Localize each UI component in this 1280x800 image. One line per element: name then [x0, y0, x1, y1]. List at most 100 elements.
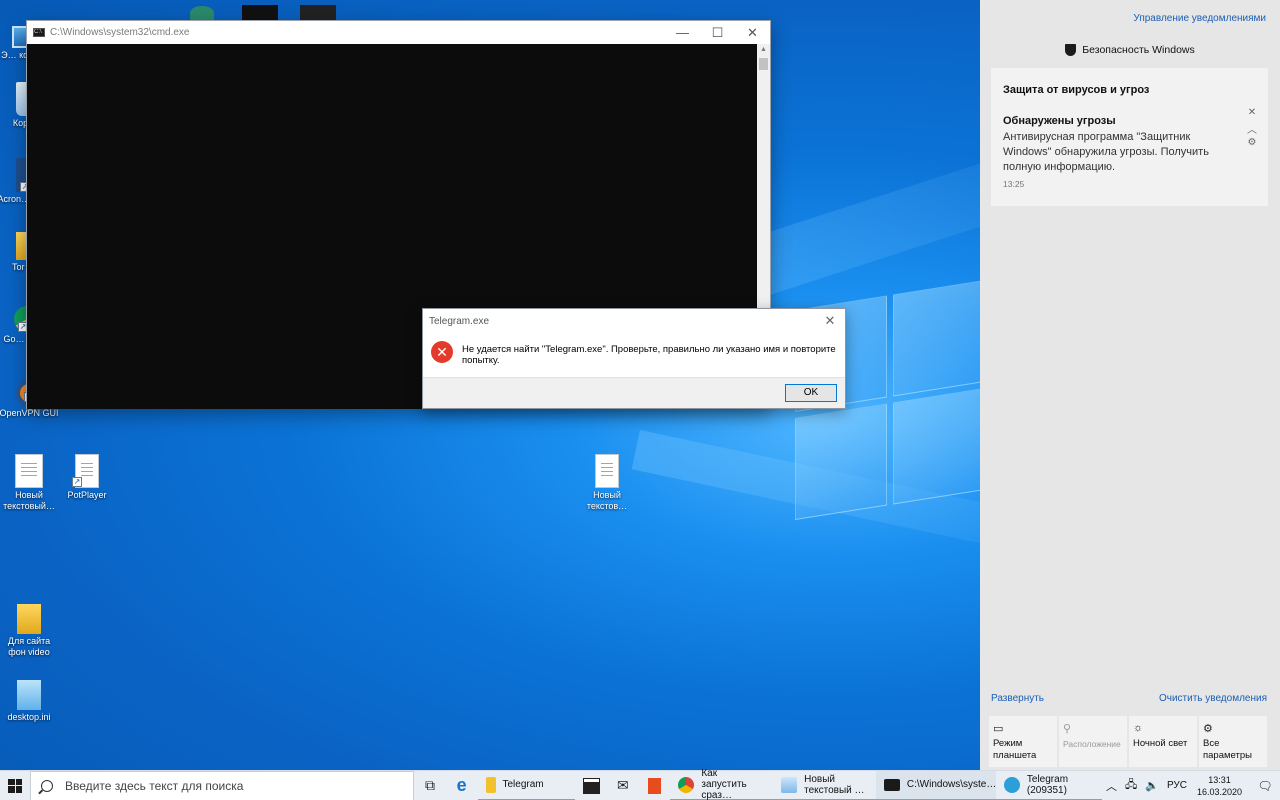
- scrollbar-thumb[interactable]: [759, 58, 768, 70]
- desktop-icon-label: desktop.ini: [7, 712, 51, 722]
- taskbar-app-telegram[interactable]: Telegram (209351): [995, 771, 1102, 800]
- search-placeholder: Введите здесь текст для поиска: [65, 778, 244, 793]
- maximize-icon: ☐: [711, 24, 724, 40]
- scroll-up-icon[interactable]: ▲: [757, 44, 770, 56]
- partial-desktop-icon[interactable]: [242, 5, 278, 20]
- start-button[interactable]: [0, 771, 30, 800]
- quick-action-all-settings[interactable]: ⚙ Все параметры: [1199, 716, 1267, 767]
- manage-notifications-link[interactable]: Управление уведомлениями: [1133, 13, 1266, 24]
- notification-time: 13:25: [1003, 179, 1025, 189]
- desktop-icon-label: Для сайта фон video: [7, 636, 51, 657]
- expand-link[interactable]: Развернуть: [991, 693, 1044, 704]
- close-icon: ✕: [824, 313, 836, 328]
- office-icon[interactable]: [639, 771, 671, 800]
- clock-date: 16.03.2020: [1196, 786, 1243, 797]
- notification-heading: Защита от вирусов и угроз: [1003, 84, 1150, 96]
- cmd-title: C:\Windows\system32\cmd.exe: [50, 27, 190, 38]
- taskbar-app-cmd[interactable]: C:\Windows\syste…: [875, 770, 997, 800]
- desktop-icon-new-text-file[interactable]: Новый текстовый…: [0, 454, 60, 512]
- windows-icon: [8, 778, 23, 793]
- taskbar-app-notepad[interactable]: Новый текстовый …: [773, 771, 876, 800]
- folder-icon: [485, 776, 496, 793]
- error-icon: ✕: [431, 341, 453, 363]
- quick-action-label: Режим планшета: [993, 738, 1037, 761]
- desktop: Э… компь… Корз… ↗ Acron… Ima… Tor B… ↗ G…: [0, 0, 980, 770]
- cmd-icon: C:\: [33, 28, 45, 37]
- notification-collapse-icon[interactable]: ︿: [1246, 121, 1258, 136]
- taskbar-app-label: Telegram (209351): [1026, 773, 1069, 796]
- cmd-titlebar[interactable]: C:\ C:\Windows\system32\cmd.exe — ☐ ✕: [27, 21, 770, 44]
- desktop-icon-label: OpenVPN GUI: [0, 408, 59, 418]
- cmd-icon: [883, 778, 900, 791]
- store-icon[interactable]: [575, 771, 607, 800]
- ok-button[interactable]: OK: [785, 384, 837, 402]
- dialog-footer: OK: [423, 377, 845, 408]
- language-indicator[interactable]: РУС: [1163, 780, 1191, 791]
- folder-icon: [17, 604, 41, 634]
- clock[interactable]: 13:31 16.03.2020: [1191, 774, 1250, 798]
- dialog-close-button[interactable]: ✕: [815, 313, 845, 329]
- notification-app-name: Безопасность Windows: [1082, 44, 1195, 56]
- search-icon: [41, 779, 54, 792]
- clear-notifications-link[interactable]: Очистить уведомления: [1159, 693, 1267, 704]
- quick-action-tablet-mode[interactable]: ▭ Режим планшета: [989, 716, 1057, 767]
- taskbar: Введите здесь текст для поиска ⧉ e Teleg…: [0, 768, 1280, 800]
- notification-title: Обнаружены угрозы: [1003, 115, 1116, 127]
- telegram-icon: [1003, 776, 1020, 793]
- location-icon: ⚲: [1063, 723, 1072, 735]
- desktop-icon-site-folder[interactable]: Для сайта фон video: [0, 604, 60, 658]
- quick-action-label: Ночной свет: [1133, 738, 1188, 749]
- notification-close-icon[interactable]: ✕: [1246, 107, 1258, 118]
- desktop-icon-new-text-file-2[interactable]: Новый текстов…: [576, 454, 638, 512]
- edge-icon[interactable]: e: [446, 771, 478, 800]
- quick-action-label: Все параметры: [1203, 738, 1252, 761]
- quick-action-label: Расположение: [1063, 739, 1121, 749]
- action-center: Управление уведомлениями Безопасность Wi…: [980, 0, 1280, 770]
- partial-desktop-icon[interactable]: [300, 5, 336, 20]
- quick-actions: ▭ Режим планшета ⚲ Расположение ☼ Ночной…: [989, 716, 1267, 767]
- quick-action-location[interactable]: ⚲ Расположение: [1059, 716, 1127, 767]
- system-tray: ︿ 🖧 🔈 РУС 13:31 16.03.2020 🗨: [1102, 771, 1280, 800]
- gear-icon: ⚙: [1203, 723, 1213, 735]
- taskbar-app-label: Telegram: [502, 779, 544, 790]
- mail-icon[interactable]: ✉: [607, 771, 639, 800]
- maximize-button[interactable]: ☐: [700, 21, 735, 44]
- night-light-icon: ☼: [1133, 722, 1144, 734]
- notepad-icon: [781, 776, 798, 793]
- dialog-message: Не удается найти "Telegram.exe". Проверь…: [462, 344, 836, 366]
- desktop-icon-potplayer[interactable]: ↗ PotPlayer: [56, 454, 118, 501]
- text-document-icon: [595, 454, 619, 488]
- dialog-titlebar[interactable]: Telegram.exe ✕: [423, 309, 845, 333]
- desktop-icon-label: PotPlayer: [67, 490, 107, 500]
- minimize-icon: —: [676, 25, 689, 40]
- clock-time: 13:31: [1208, 774, 1231, 785]
- notification-app-header: Безопасность Windows: [980, 44, 1280, 56]
- dialog-title: Telegram.exe: [429, 315, 490, 327]
- desktop-icon-label: Новый текстовый…: [3, 490, 55, 511]
- partial-desktop-icon[interactable]: [190, 6, 214, 20]
- taskbar-search-box[interactable]: Введите здесь текст для поиска: [30, 770, 415, 800]
- taskbar-app-chrome[interactable]: Как запустить сраз…: [670, 768, 774, 800]
- chrome-icon: [678, 776, 695, 793]
- tablet-mode-icon: ▭: [993, 723, 1004, 735]
- close-button[interactable]: ✕: [735, 21, 770, 44]
- notifications-icon[interactable]: 🗨: [1250, 771, 1280, 800]
- error-dialog[interactable]: Telegram.exe ✕ ✕ Не удается найти "Teleg…: [422, 308, 846, 409]
- quick-action-night-light[interactable]: ☼ Ночной свет: [1129, 716, 1197, 767]
- notification-body: Антивирусная программа "Защитник Windows…: [1003, 131, 1209, 173]
- taskbar-app-label: Новый текстовый …: [804, 773, 865, 796]
- taskbar-app-label: C:\Windows\syste…: [906, 779, 997, 790]
- close-icon: ✕: [747, 24, 758, 40]
- network-icon[interactable]: 🖧: [1121, 776, 1141, 795]
- minimize-button[interactable]: —: [665, 21, 700, 44]
- notification-settings-icon[interactable]: ⚙: [1246, 137, 1258, 148]
- blank-document-icon: ↗: [72, 454, 99, 488]
- taskbar-app-telegram-folder[interactable]: Telegram: [477, 771, 576, 800]
- task-view-icon[interactable]: ⧉: [414, 771, 446, 800]
- chevron-up-icon[interactable]: ︿: [1102, 778, 1121, 794]
- desktop-icon-desktop-ini[interactable]: desktop.ini: [0, 680, 60, 723]
- taskbar-app-label: Как запустить сраз…: [701, 768, 747, 800]
- volume-icon[interactable]: 🔈: [1141, 779, 1163, 792]
- settings-file-icon: [17, 680, 41, 710]
- notification-card[interactable]: Защита от вирусов и угроз ✕ ︿ ⚙ Обнаруже…: [991, 68, 1268, 206]
